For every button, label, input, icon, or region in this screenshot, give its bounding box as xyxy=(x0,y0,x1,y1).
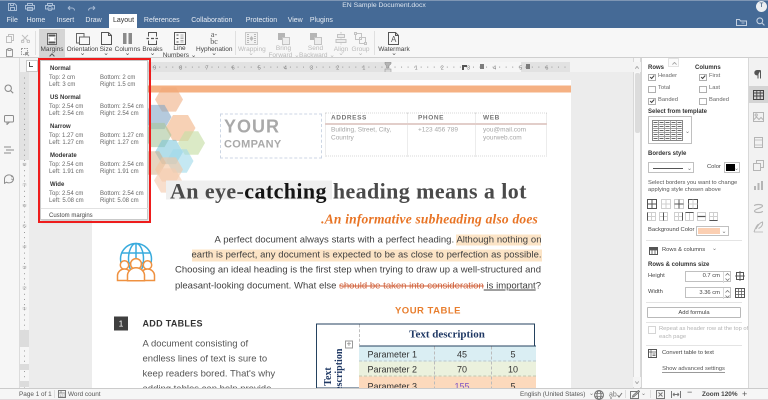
svg-text:6: 6 xyxy=(23,203,26,209)
svg-text:6: 6 xyxy=(545,65,548,71)
svg-text:6: 6 xyxy=(232,65,235,71)
svg-text:1: 1 xyxy=(23,306,26,312)
svg-text:8: 8 xyxy=(179,65,182,71)
svg-text:4: 4 xyxy=(284,65,287,71)
svg-text:3: 3 xyxy=(23,265,26,271)
svg-text:2: 2 xyxy=(336,65,339,71)
svg-text:1: 1 xyxy=(415,65,418,71)
svg-text:5: 5 xyxy=(519,65,522,71)
svg-text:2: 2 xyxy=(441,65,444,71)
svg-text:5: 5 xyxy=(258,65,261,71)
svg-text:7: 7 xyxy=(205,65,208,71)
svg-text:9: 9 xyxy=(153,65,156,71)
svg-text:2: 2 xyxy=(23,285,26,291)
svg-text:123: 123 xyxy=(59,393,66,398)
svg-text:4: 4 xyxy=(493,65,496,71)
svg-text:8: 8 xyxy=(23,162,26,168)
svg-text:ab: ab xyxy=(609,391,617,398)
svg-text:5: 5 xyxy=(23,224,26,230)
svg-text:A: A xyxy=(391,35,397,44)
svg-text:3: 3 xyxy=(310,65,313,71)
svg-text:4: 4 xyxy=(23,244,26,250)
svg-text:Text: Text xyxy=(323,367,334,386)
svg-text:3: 3 xyxy=(467,65,470,71)
svg-text:7: 7 xyxy=(23,182,26,188)
svg-text:description: description xyxy=(334,348,345,388)
svg-text:1: 1 xyxy=(362,65,365,71)
